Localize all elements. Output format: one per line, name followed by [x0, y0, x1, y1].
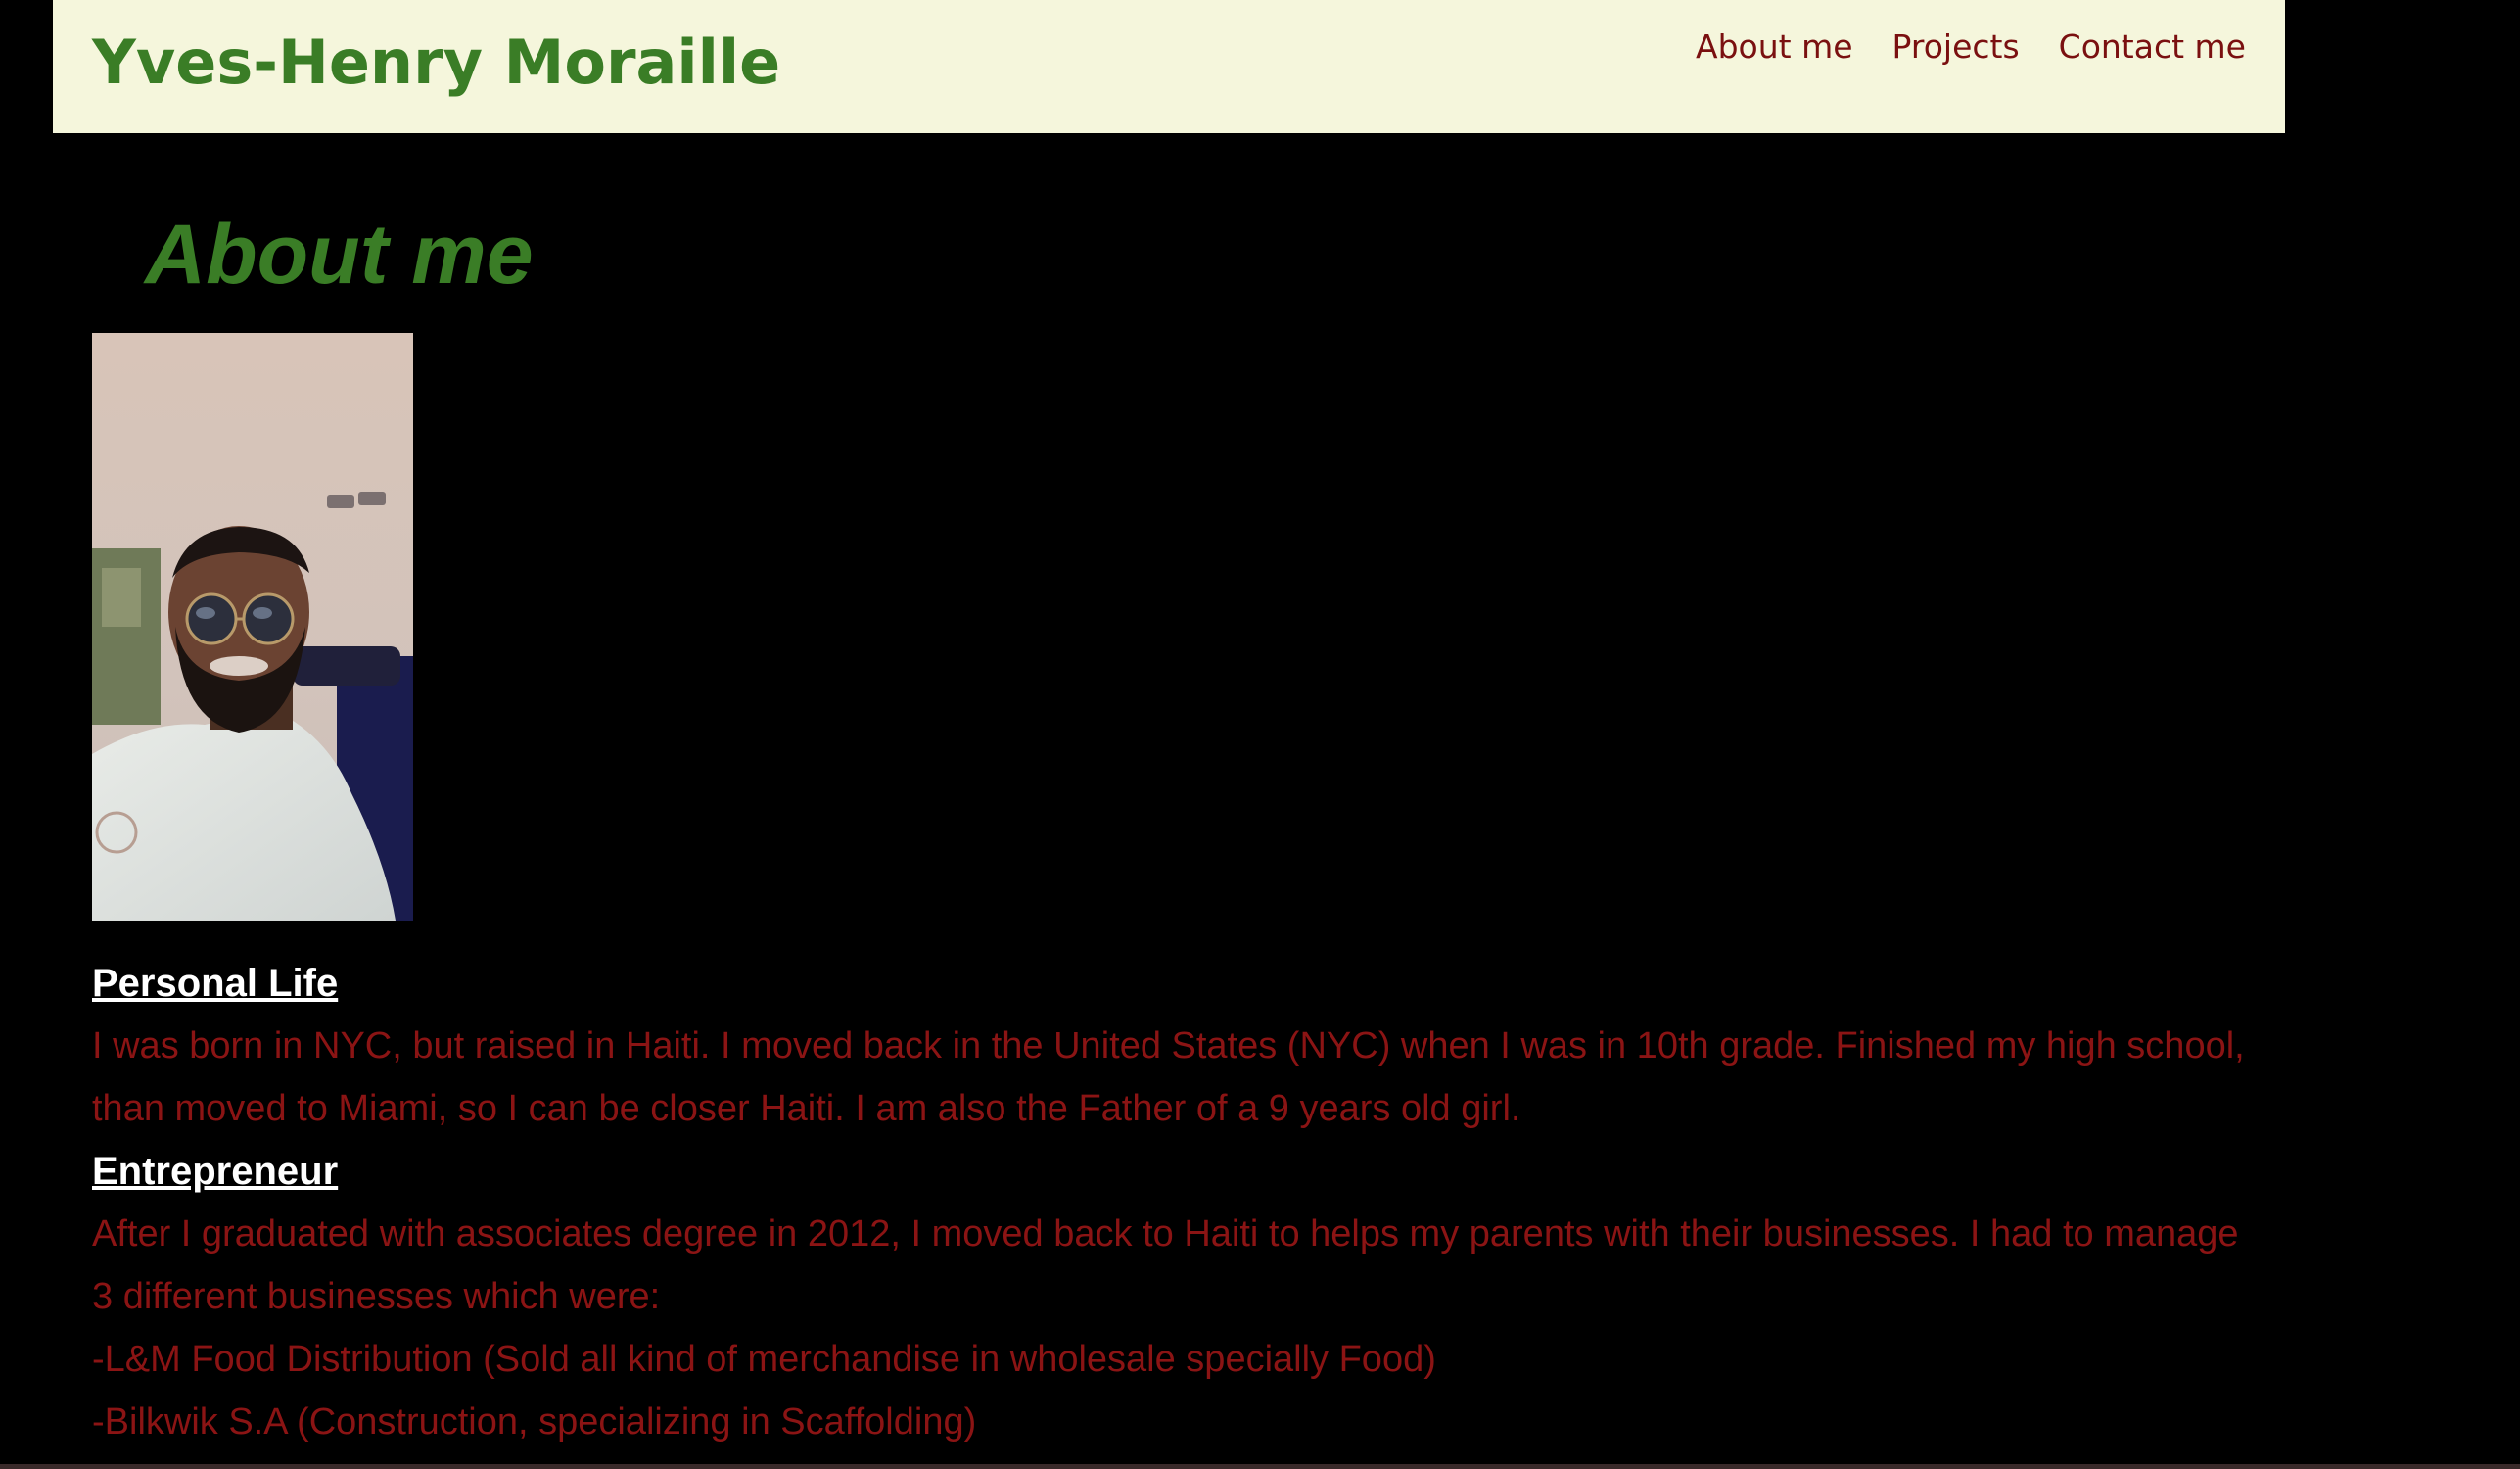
- nav-link-projects[interactable]: Projects: [1892, 24, 2020, 71]
- personal-life-paragraph: I was born in NYC, but raised in Haiti. …: [92, 1025, 2245, 1129]
- main-nav: About me Projects Contact me: [1696, 24, 2246, 71]
- portrait-image: [92, 333, 413, 921]
- about-content: Personal Life I was born in NYC, but rai…: [92, 952, 2246, 1453]
- portrait-photo: [92, 333, 413, 921]
- site-header: Yves-Henry Moraille About me Projects Co…: [53, 0, 2285, 133]
- bottom-divider: [0, 1464, 2520, 1469]
- site-title[interactable]: Yves-Henry Moraille: [92, 24, 780, 102]
- page-heading: About me: [145, 208, 534, 302]
- nav-link-contact-me[interactable]: Contact me: [2059, 24, 2246, 71]
- nav-link-about-me[interactable]: About me: [1696, 24, 1853, 71]
- section-title-entrepreneur: Entrepreneur: [92, 1150, 339, 1193]
- business-item-bilkwik: -Bilkwik S.A (Construction, specializing…: [92, 1401, 977, 1443]
- section-title-personal-life: Personal Life: [92, 962, 339, 1005]
- entrepreneur-paragraph: After I graduated with associates degree…: [92, 1213, 2239, 1317]
- business-item-food-distribution: -L&M Food Distribution (Sold all kind of…: [92, 1339, 1436, 1380]
